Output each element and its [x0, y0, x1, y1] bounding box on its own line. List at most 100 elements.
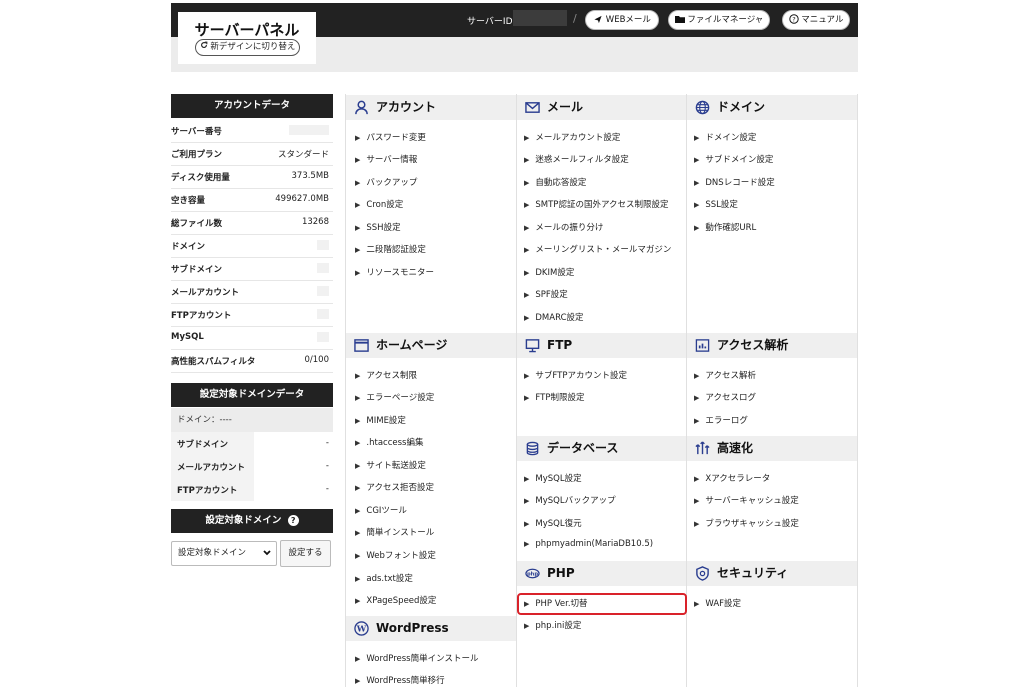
row-label: サブドメイン: [177, 440, 229, 450]
server-id-value-masked: [513, 10, 567, 26]
link-resource-monitor[interactable]: ▶ リソースモニター: [355, 266, 434, 278]
link-x-accelerator[interactable]: ▶ Xアクセラレータ: [694, 472, 770, 484]
row-value: 373.5MB: [291, 171, 330, 181]
link-phpmyadmin[interactable]: ▶ phpmyadmin(MariaDB10.5): [524, 539, 653, 549]
account-row-file-count: 総ファイル数 13268: [171, 211, 333, 235]
link-xpagespeed[interactable]: ▶ XPageSpeed設定: [355, 594, 436, 606]
link-cgi-tool[interactable]: ▶ CGIツール: [355, 504, 407, 516]
section-account-header: アカウント: [346, 95, 516, 120]
domain-row-mail-account: メールアカウント -: [171, 455, 333, 478]
link-wordpress-install[interactable]: ▶ WordPress簡単インストール: [355, 652, 478, 664]
link-password-change[interactable]: ▶ パスワード変更: [355, 131, 426, 143]
section-analytics-header: アクセス解析: [687, 333, 857, 358]
section-title: データベース: [547, 441, 619, 455]
link-spam-filter[interactable]: ▶ 迷惑メールフィルタ設定: [524, 153, 629, 165]
link-mime[interactable]: ▶ MIME設定: [355, 414, 406, 426]
link-access-restriction[interactable]: ▶ アクセス制限: [355, 369, 417, 381]
manual-button[interactable]: ? マニュアル: [782, 10, 850, 30]
link-wordpress-migrate[interactable]: ▶ WordPress簡単移行: [355, 674, 445, 686]
masked-value: [289, 125, 329, 135]
masked-value: [317, 263, 329, 273]
link-subdomain-setting[interactable]: ▶ サブドメイン設定: [694, 153, 773, 165]
section-security-header: セキュリティ: [687, 561, 857, 586]
target-domain-select[interactable]: 設定対象ドメイン: [171, 541, 277, 566]
account-row-ftp-account: FTPアカウント: [171, 303, 333, 327]
link-ads-txt[interactable]: ▶ ads.txt設定: [355, 572, 413, 584]
section-ftp-header: FTP: [517, 333, 686, 358]
send-icon: [594, 15, 602, 24]
link-ssh[interactable]: ▶ SSH設定: [355, 221, 401, 233]
link-mail-sort[interactable]: ▶ メールの振り分け: [524, 221, 603, 233]
row-label: MySQL: [171, 332, 204, 342]
link-php-version[interactable]: ▶ PHP Ver.切替: [524, 597, 588, 609]
link-waf[interactable]: ▶ WAF設定: [694, 597, 741, 609]
link-two-factor[interactable]: ▶ 二段階認証設定: [355, 243, 426, 255]
section-title: セキュリティ: [717, 566, 789, 580]
link-dns-record[interactable]: ▶ DNSレコード設定: [694, 176, 775, 188]
file-manager-label: ファイルマネージャ: [687, 15, 764, 25]
set-domain-button[interactable]: 設定する: [280, 540, 331, 567]
link-dmarc[interactable]: ▶ DMARC設定: [524, 311, 584, 323]
php-icon: php: [525, 568, 540, 579]
link-sub-ftp[interactable]: ▶ サブFTPアカウント設定: [524, 369, 627, 381]
wordpress-icon: W: [354, 621, 369, 636]
link-smtp-restriction[interactable]: ▶ SMTP認証の国外アクセス制限設定: [524, 198, 669, 210]
section-php-header: php PHP: [517, 561, 686, 586]
link-server-cache[interactable]: ▶ サーバーキャッシュ設定: [694, 494, 799, 506]
link-php-ini[interactable]: ▶ php.ini設定: [524, 619, 581, 631]
row-label: ドメイン: [171, 242, 206, 252]
link-browser-cache[interactable]: ▶ ブラウザキャッシュ設定: [694, 517, 799, 529]
row-label: ご利用プラン: [171, 150, 223, 160]
link-web-font[interactable]: ▶ Webフォント設定: [355, 549, 436, 561]
person-icon: [355, 100, 368, 115]
link-server-info[interactable]: ▶ サーバー情報: [355, 153, 417, 165]
row-label: 空き容量: [171, 196, 206, 206]
link-access-deny[interactable]: ▶ アクセス拒否設定: [355, 481, 434, 493]
account-row-spam-filter: 高性能スパムフィルタ 0/100: [171, 349, 333, 373]
webmail-button[interactable]: WEBメール: [585, 10, 659, 30]
section-title: FTP: [547, 338, 573, 352]
window-icon: [354, 339, 369, 352]
section-wordpress-header: W WordPress: [346, 616, 516, 641]
account-row-mail-account: メールアカウント: [171, 280, 333, 304]
webmail-label: WEBメール: [605, 15, 651, 25]
link-mailing-list[interactable]: ▶ メーリングリスト・メールマガジン: [524, 243, 671, 255]
link-htaccess[interactable]: ▶ .htaccess編集: [355, 436, 423, 448]
header-separator: /: [573, 12, 577, 25]
link-site-redirect[interactable]: ▶ サイト転送設定: [355, 459, 426, 471]
row-value: 13268: [301, 217, 329, 227]
help-icon[interactable]: ?: [287, 515, 299, 526]
masked-value: [317, 309, 329, 319]
section-title: アカウント: [376, 100, 437, 114]
masked-value: [317, 332, 329, 342]
link-access-analytics[interactable]: ▶ アクセス解析: [694, 369, 756, 381]
link-mysql-backup[interactable]: ▶ MySQLバックアップ: [524, 494, 616, 506]
section-title: 高速化: [717, 441, 754, 455]
link-spf[interactable]: ▶ SPF設定: [524, 288, 568, 300]
link-auto-reply[interactable]: ▶ 自動応答設定: [524, 176, 586, 188]
row-label: メールアカウント: [171, 288, 240, 298]
link-mail-account[interactable]: ▶ メールアカウント設定: [524, 131, 620, 143]
folder-icon: [674, 16, 685, 23]
link-domain-setting[interactable]: ▶ ドメイン設定: [694, 131, 756, 143]
link-dkim[interactable]: ▶ DKIM設定: [524, 266, 574, 278]
link-cron[interactable]: ▶ Cron設定: [355, 198, 403, 210]
link-backup[interactable]: ▶ バックアップ: [355, 176, 417, 188]
logo-box: サーバーパネル 新デザインに切り替え: [178, 12, 316, 64]
section-title: アクセス解析: [717, 338, 789, 352]
link-easy-install[interactable]: ▶ 簡単インストール: [355, 526, 434, 538]
file-manager-button[interactable]: ファイルマネージャ: [668, 10, 770, 30]
link-mysql-setting[interactable]: ▶ MySQL設定: [524, 472, 582, 484]
link-error-log[interactable]: ▶ エラーログ: [694, 414, 748, 426]
link-access-log[interactable]: ▶ アクセスログ: [694, 391, 756, 403]
link-error-page[interactable]: ▶ エラーページ設定: [355, 391, 434, 403]
row-label: サブドメイン: [171, 265, 223, 275]
link-test-url[interactable]: ▶ 動作確認URL: [694, 221, 756, 233]
section-title: ドメイン: [717, 100, 766, 114]
section-mail-header: メール: [517, 95, 686, 120]
redesign-button[interactable]: 新デザインに切り替え: [195, 39, 300, 56]
link-mysql-restore[interactable]: ▶ MySQL復元: [524, 517, 582, 529]
link-ssl[interactable]: ▶ SSL設定: [694, 198, 738, 210]
link-ftp-restriction[interactable]: ▶ FTP制限設定: [524, 391, 584, 403]
masked-value: [317, 286, 329, 296]
